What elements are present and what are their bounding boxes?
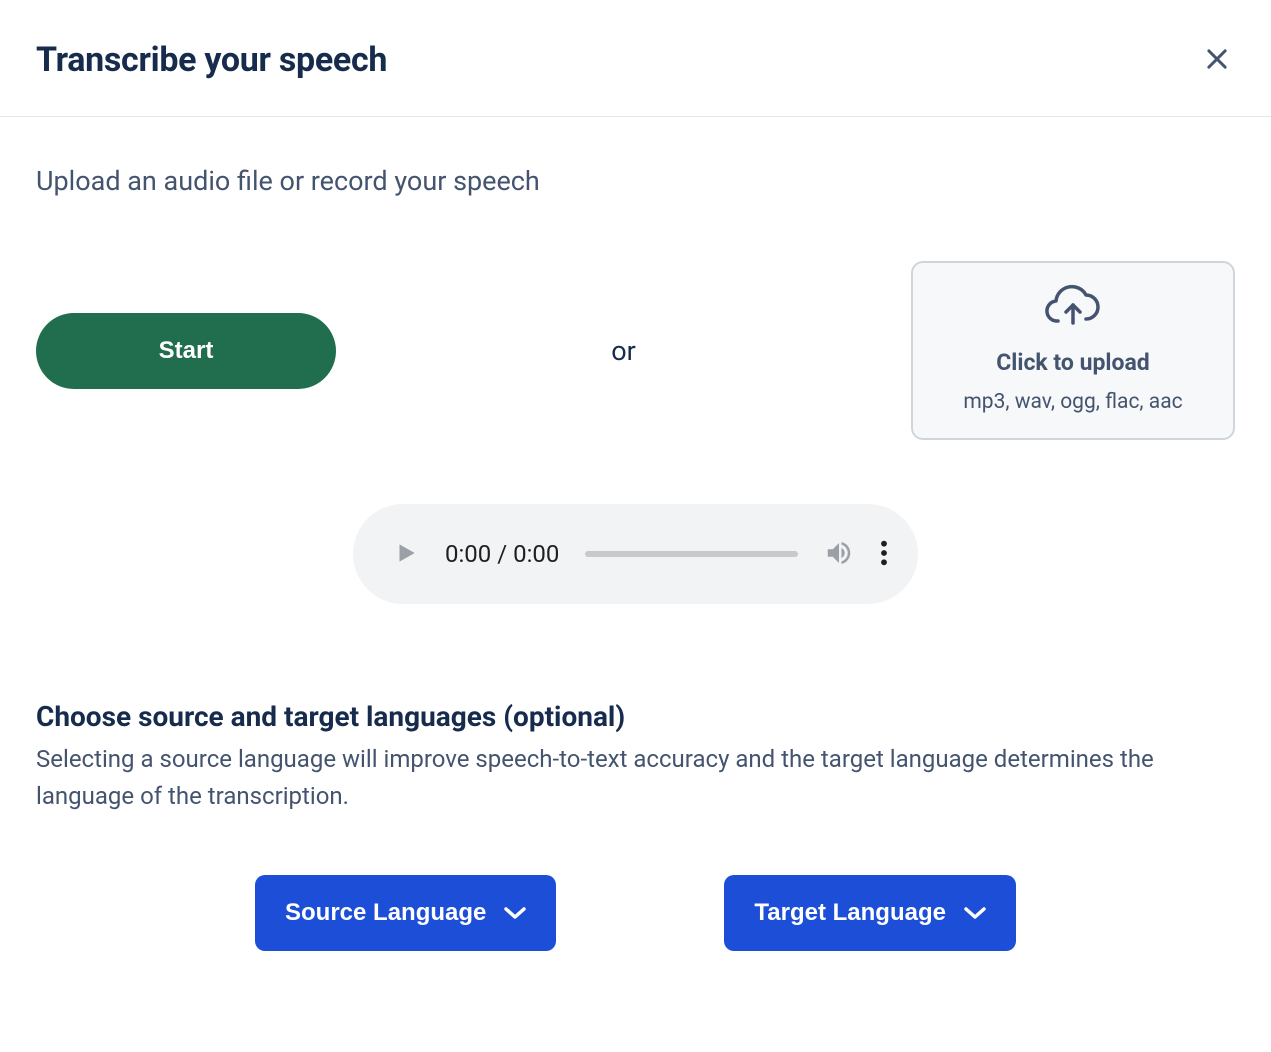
upload-formats: mp3, wav, ogg, flac, aac: [933, 390, 1213, 414]
audio-player: 0:00 / 0:00: [353, 504, 918, 604]
language-heading: Choose source and target languages (opti…: [36, 700, 1235, 733]
cloud-upload-icon: [933, 283, 1213, 331]
chevron-down-icon: [504, 906, 526, 920]
more-vertical-icon: [880, 539, 888, 570]
upload-title: Click to upload: [933, 349, 1213, 376]
target-language-dropdown[interactable]: Target Language: [724, 875, 1016, 951]
start-recording-button[interactable]: Start: [36, 313, 336, 389]
play-icon: [393, 540, 419, 569]
play-button[interactable]: [393, 540, 419, 569]
modal-title: Transcribe your speech: [36, 40, 387, 80]
audio-more-button[interactable]: [880, 539, 888, 570]
transcribe-modal: Transcribe your speech Upload an audio f…: [0, 0, 1271, 1052]
volume-button[interactable]: [824, 538, 854, 571]
language-buttons-row: Source Language Target Language: [36, 875, 1235, 951]
language-description: Selecting a source language will improve…: [36, 741, 1235, 815]
modal-header: Transcribe your speech: [0, 0, 1271, 117]
source-language-label: Source Language: [285, 899, 486, 927]
source-language-dropdown[interactable]: Source Language: [255, 875, 556, 951]
upload-dropzone[interactable]: Click to upload mp3, wav, ogg, flac, aac: [911, 261, 1235, 440]
audio-time-display: 0:00 / 0:00: [445, 540, 559, 568]
close-icon: [1203, 45, 1231, 76]
audio-duration: 0:00: [513, 540, 559, 568]
target-language-label: Target Language: [754, 899, 946, 927]
audio-progress-bar[interactable]: [585, 551, 798, 557]
chevron-down-icon: [964, 906, 986, 920]
close-button[interactable]: [1199, 41, 1235, 80]
upload-row: Start or Click to upload mp3, wav, ogg, …: [36, 261, 1235, 440]
or-separator: or: [360, 335, 887, 367]
audio-current-time: 0:00: [445, 540, 491, 568]
upload-instruction: Upload an audio file or record your spee…: [36, 165, 1235, 197]
modal-body: Upload an audio file or record your spee…: [0, 117, 1271, 987]
volume-icon: [824, 538, 854, 571]
